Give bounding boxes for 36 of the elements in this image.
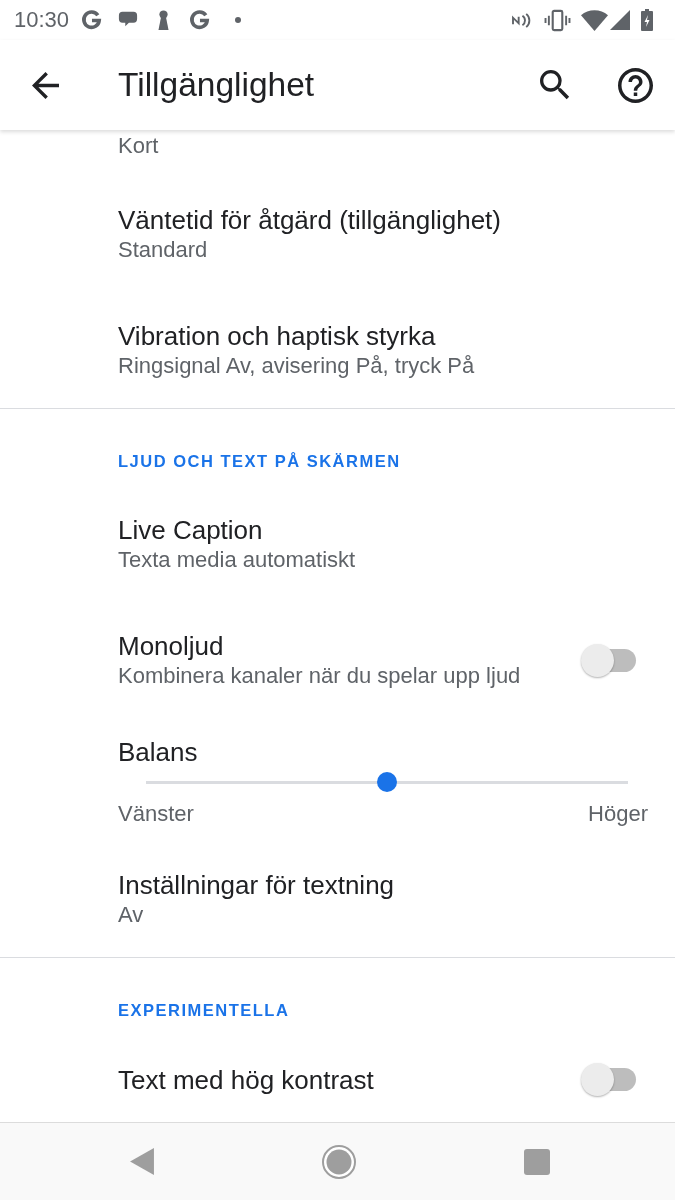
screen-title: Tillgänglighet — [118, 65, 315, 105]
back-arrow-icon[interactable] — [32, 71, 59, 99]
setting-title[interactable]: Monoljud — [118, 630, 224, 662]
setting-title[interactable]: Text med hög kontrast — [118, 1063, 374, 1096]
slider-thumb[interactable] — [377, 772, 397, 792]
nav-back-icon[interactable] — [129, 1148, 154, 1175]
nav-recents-icon[interactable] — [524, 1148, 550, 1175]
setting-title[interactable]: Vibration och haptisk styrka — [118, 320, 436, 352]
setting-title: Balans — [118, 736, 198, 768]
dot-icon — [235, 17, 242, 23]
letter-g-icon — [188, 8, 212, 32]
section-header: EXPERIMENTELLA — [118, 1001, 290, 1019]
slider-max-label: Höger — [588, 800, 648, 828]
wifi-icon — [581, 9, 608, 31]
setting-summary: Kombinera kanaler när du spelar upp ljud — [118, 662, 521, 690]
search-icon[interactable] — [540, 70, 570, 100]
toggle-switch[interactable] — [581, 643, 637, 677]
setting-summary: Texta media automatiskt — [118, 546, 356, 574]
setting-title[interactable]: Inställningar för textning — [118, 869, 395, 901]
vibrate-icon — [544, 8, 571, 32]
setting-summary: Kort — [118, 132, 159, 160]
battery-charging-icon — [641, 9, 653, 31]
toggle-switch[interactable] — [581, 1063, 637, 1096]
setting-title[interactable]: Väntetid för åtgärd (tillgänglighet) — [118, 204, 501, 236]
status-time: 10:30 — [14, 7, 70, 33]
setting-summary: Ringsignal Av, avisering På, tryck På — [118, 352, 475, 380]
nfc-icon — [511, 11, 532, 29]
help-icon[interactable] — [618, 67, 653, 103]
setting-summary: Standard — [118, 236, 208, 264]
nav-home-icon[interactable] — [322, 1144, 356, 1179]
signal-icon — [610, 10, 630, 30]
slider-min-label: Vänster — [118, 800, 194, 828]
setting-title[interactable]: Live Caption — [118, 514, 263, 546]
section-header: LJUD OCH TEXT PÅ SKÄRMEN — [118, 452, 401, 470]
letter-g-icon — [80, 8, 104, 32]
setting-summary: Av — [118, 901, 144, 929]
